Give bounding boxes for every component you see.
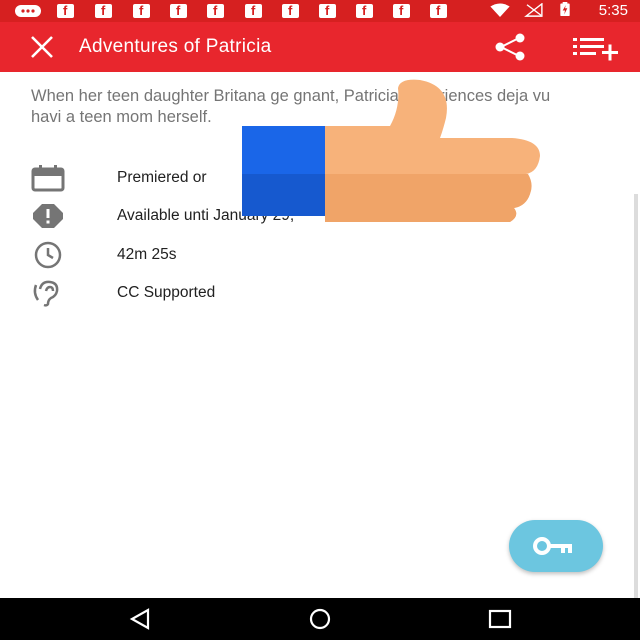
facebook-icon: f [133, 3, 150, 18]
facebook-icon: f [430, 3, 447, 18]
system-nav-bar [0, 598, 640, 640]
clock-icon [34, 241, 62, 269]
signal-off-icon [524, 3, 543, 17]
back-icon[interactable] [122, 606, 158, 632]
hearing-icon [33, 280, 59, 307]
add-to-queue-icon[interactable] [570, 34, 622, 62]
facebook-icon: f [57, 3, 74, 18]
battery-charging-icon [560, 2, 570, 16]
captions-row: CC Supported [0, 276, 640, 310]
facebook-icon: f [356, 3, 373, 18]
thumbs-up-icon [242, 79, 540, 223]
facebook-icon: f [393, 3, 410, 18]
status-time: 5:35 [598, 2, 628, 19]
facebook-icon: f [170, 3, 187, 18]
close-icon[interactable] [26, 32, 60, 62]
alert-octagon-icon [33, 204, 63, 228]
recents-icon[interactable] [482, 606, 518, 632]
facebook-icon: f [95, 3, 112, 18]
premiere-text: Premiered or [117, 169, 207, 186]
unlock-button[interactable] [509, 520, 603, 572]
status-bar: f f f f f f f f f f f 5:35 [0, 0, 640, 22]
home-icon[interactable] [302, 606, 338, 632]
duration-row: 42m 25s [0, 238, 640, 272]
app-bar: Adventures of Patricia [0, 22, 640, 72]
wifi-icon [490, 3, 510, 17]
captions-text: CC Supported [117, 284, 216, 301]
chat-icon [15, 5, 41, 17]
calendar-icon [31, 165, 65, 192]
facebook-icon: f [207, 3, 224, 18]
duration-text: 42m 25s [117, 246, 177, 263]
facebook-icon: f [245, 3, 262, 18]
share-icon[interactable] [490, 31, 530, 63]
facebook-icon: f [319, 3, 336, 18]
facebook-icon: f [282, 3, 299, 18]
scrollbar[interactable] [634, 194, 638, 598]
key-icon [533, 537, 572, 555]
page-title: Adventures of Patricia [79, 36, 272, 57]
